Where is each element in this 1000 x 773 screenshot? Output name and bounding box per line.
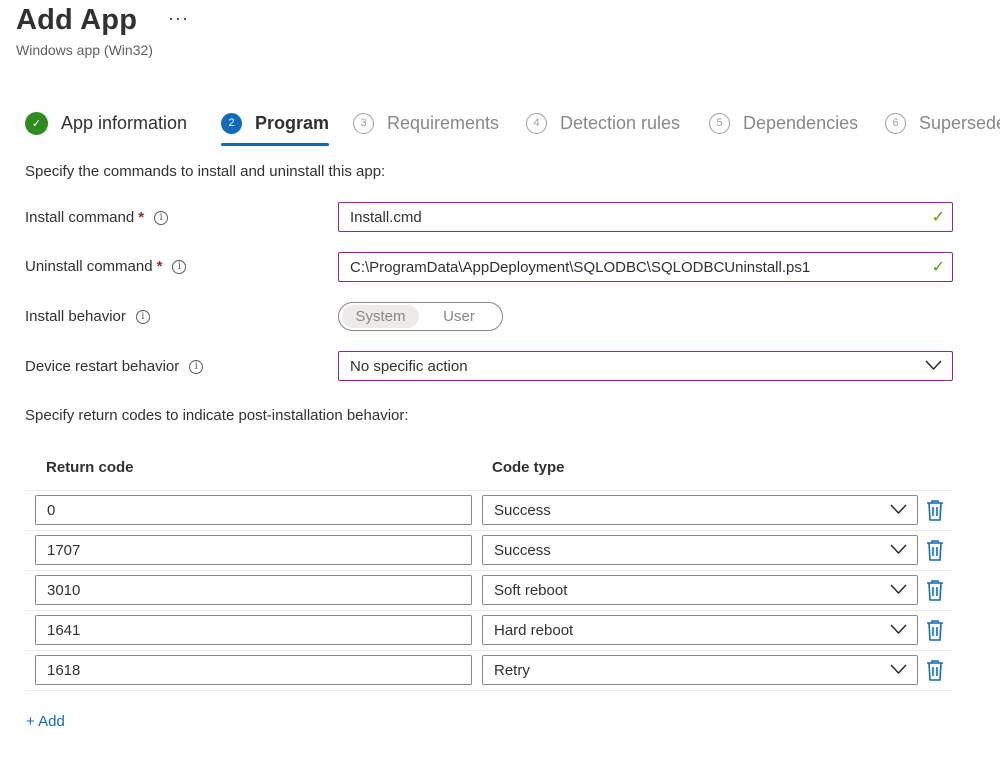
trash-icon[interactable]: [925, 579, 945, 601]
step-detection-rules[interactable]: 4 Detection rules: [526, 106, 680, 140]
code-type-dropdown[interactable]: Retry: [482, 655, 918, 685]
required-marker: *: [138, 209, 145, 226]
commands-intro: Specify the commands to install and unin…: [25, 163, 386, 180]
checkmark-icon: ✓: [25, 111, 48, 135]
toggle-option-system[interactable]: System: [342, 305, 419, 328]
valid-checkmark-icon: ✓: [931, 259, 945, 276]
table-row: 1641 Hard reboot: [25, 611, 952, 651]
install-behavior-label: Install behavior i: [25, 308, 150, 325]
wizard-steps: ✓ App information 2 Program 3 Requiremen…: [25, 106, 1000, 146]
step-program[interactable]: 2 Program: [221, 106, 330, 146]
device-restart-dropdown[interactable]: No specific action: [338, 351, 953, 381]
return-code-input[interactable]: 3010: [35, 575, 472, 605]
step-supersedence[interactable]: 6 Supersedence: [885, 106, 1000, 140]
trash-icon[interactable]: [925, 659, 945, 681]
install-behavior-toggle[interactable]: System User: [338, 302, 503, 331]
step-label: Detection rules: [560, 112, 681, 133]
chevron-down-icon: [890, 624, 907, 635]
return-code-input[interactable]: 1618: [35, 655, 472, 685]
return-codes-intro: Specify return codes to indicate post-in…: [25, 407, 409, 424]
code-type-dropdown[interactable]: Hard reboot: [482, 615, 918, 645]
table-row: 3010 Soft reboot: [25, 571, 952, 611]
return-code-input[interactable]: 1707: [35, 535, 472, 565]
step-number: 2: [221, 112, 242, 134]
table-row: 1707 Success: [25, 531, 952, 571]
step-number: 5: [709, 112, 730, 134]
device-restart-label: Device restart behavior i: [25, 358, 204, 375]
info-icon[interactable]: i: [189, 359, 204, 374]
code-type-value: Success: [494, 541, 551, 559]
toggle-option-user[interactable]: User: [419, 305, 499, 328]
table-row: 0 Success: [25, 491, 952, 531]
page-title: Add App: [16, 4, 138, 36]
label-text: Device restart behavior: [25, 358, 180, 375]
return-code-input[interactable]: 0: [35, 495, 472, 525]
label-text: Uninstall command: [25, 258, 153, 275]
code-type-value: Retry: [494, 661, 530, 679]
trash-icon[interactable]: [925, 619, 945, 641]
info-icon[interactable]: i: [172, 259, 187, 274]
return-code-input[interactable]: 1641: [35, 615, 472, 645]
info-icon[interactable]: i: [154, 210, 169, 225]
column-header-code-type: Code type: [492, 459, 565, 476]
trash-icon[interactable]: [925, 499, 945, 521]
chevron-down-icon: [890, 584, 907, 595]
info-icon[interactable]: i: [135, 309, 150, 324]
uninstall-command-input[interactable]: C:\ProgramData\AppDeployment\SQLODBC\SQL…: [338, 252, 953, 282]
step-label: Supersedence: [919, 112, 1000, 133]
uninstall-command-value: C:\ProgramData\AppDeployment\SQLODBC\SQL…: [350, 258, 811, 276]
uninstall-command-label: Uninstall command * i: [25, 258, 187, 275]
chevron-down-icon: [890, 664, 907, 675]
label-text: Install command: [25, 209, 135, 226]
install-command-label: Install command * i: [25, 209, 169, 226]
label-text: Install behavior: [25, 308, 126, 325]
column-header-return-code: Return code: [46, 459, 134, 476]
step-dependencies[interactable]: 5 Dependencies: [709, 106, 858, 140]
chevron-down-icon: [925, 360, 942, 371]
chevron-down-icon: [890, 504, 907, 515]
device-restart-value: No specific action: [350, 357, 468, 375]
page-subtitle: Windows app (Win32): [16, 42, 153, 58]
install-command-input[interactable]: Install.cmd ✓: [338, 202, 953, 232]
step-app-information[interactable]: ✓ App information: [25, 106, 187, 140]
step-label: Requirements: [387, 112, 500, 133]
more-options-icon[interactable]: ···: [168, 8, 189, 29]
code-type-value: Soft reboot: [494, 581, 568, 599]
trash-icon[interactable]: [925, 539, 945, 561]
install-command-value: Install.cmd: [350, 208, 422, 226]
chevron-down-icon: [890, 544, 907, 555]
step-number: 4: [526, 112, 547, 134]
add-return-code-link[interactable]: + Add: [26, 713, 65, 730]
required-marker: *: [156, 258, 163, 275]
step-label: Program: [255, 112, 330, 133]
step-number: 6: [885, 112, 906, 134]
code-type-dropdown[interactable]: Success: [482, 495, 918, 525]
code-type-dropdown[interactable]: Success: [482, 535, 918, 565]
step-label: Dependencies: [743, 112, 859, 133]
code-type-value: Hard reboot: [494, 621, 574, 639]
code-type-dropdown[interactable]: Soft reboot: [482, 575, 918, 605]
table-row: 1618 Retry: [25, 651, 952, 691]
code-type-value: Success: [494, 501, 551, 519]
step-number: 3: [353, 112, 374, 134]
valid-checkmark-icon: ✓: [931, 209, 945, 226]
step-label: App information: [61, 112, 188, 133]
step-requirements[interactable]: 3 Requirements: [353, 106, 499, 140]
